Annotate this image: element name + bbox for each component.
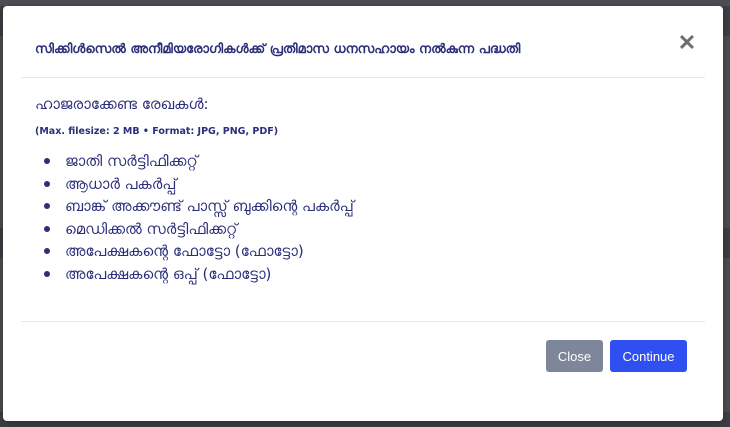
continue-button[interactable]: Continue: [610, 340, 687, 372]
bullet-icon: [44, 158, 50, 164]
bullet-icon: [44, 225, 50, 232]
list-item: മെഡിക്കൽ സർട്ടിഫിക്കറ്റ്: [35, 218, 691, 241]
document-label: അപേക്ഷകന്റെ ഒപ്പ് (ഫോട്ടോ): [65, 264, 272, 283]
modal-body: ഹാജരാക്കേണ്ട രേഖകൾ: (Max. filesize: 2 MB…: [35, 94, 691, 286]
document-label: ജാതി സർട്ടിഫിക്കറ്റ്: [65, 152, 198, 170]
list-item: ജാതി സർട്ടിഫിക്കറ്റ്: [35, 150, 691, 173]
list-item: അപേക്ഷകന്റെ ഫോട്ടോ (ഫോട്ടോ): [35, 240, 691, 263]
close-icon[interactable]: ✕: [677, 32, 697, 54]
list-item: ബാങ്ക് അക്കൗണ്ട് പാസ്സ് ബുക്കിന്റെ പകർപ്…: [35, 195, 691, 218]
bullet-icon: [44, 270, 50, 277]
required-documents-list: ജാതി സർട്ടിഫിക്കറ്റ് ആധാർ പകർപ്പ് ബാങ്ക്…: [35, 150, 691, 286]
modal-title: സിക്കിൾസെൽ അനീമിയരോഗികൾക്ക് പ്രതിമാസ ധനസ…: [35, 42, 521, 57]
modal-footer-divider: [21, 321, 705, 322]
document-label: മെഡിക്കൽ സർട്ടിഫിക്കറ്റ്: [65, 219, 238, 238]
bullet-icon: [44, 248, 50, 255]
bullet-icon: [44, 180, 50, 187]
document-label: അപേക്ഷകന്റെ ഫോട്ടോ (ഫോട്ടോ): [65, 242, 304, 261]
document-requirements-modal: സിക്കിൾസെൽ അനീമിയരോഗികൾക്ക് പ്രതിമാസ ധനസ…: [3, 6, 723, 421]
list-item: അപേക്ഷകന്റെ ഒപ്പ് (ഫോട്ടോ): [35, 263, 691, 286]
bullet-icon: [44, 203, 50, 210]
document-label: ബാങ്ക് അക്കൗണ്ട് പാസ്സ് ബുക്കിന്റെ പകർപ്…: [65, 197, 354, 216]
close-button[interactable]: Close: [546, 340, 603, 372]
list-item: ആധാർ പകർപ്പ്: [35, 173, 691, 196]
document-label: ആധാർ പകർപ്പ്: [65, 174, 177, 193]
modal-header: സിക്കിൾസെൽ അനീമിയരോഗികൾക്ക് പ്രതിമാസ ധനസ…: [21, 6, 705, 78]
required-documents-heading: ഹാജരാക്കേണ്ട രേഖകൾ:: [35, 95, 209, 113]
file-size-note: (Max. filesize: 2 MB • Format: JPG, PNG,…: [35, 126, 279, 137]
